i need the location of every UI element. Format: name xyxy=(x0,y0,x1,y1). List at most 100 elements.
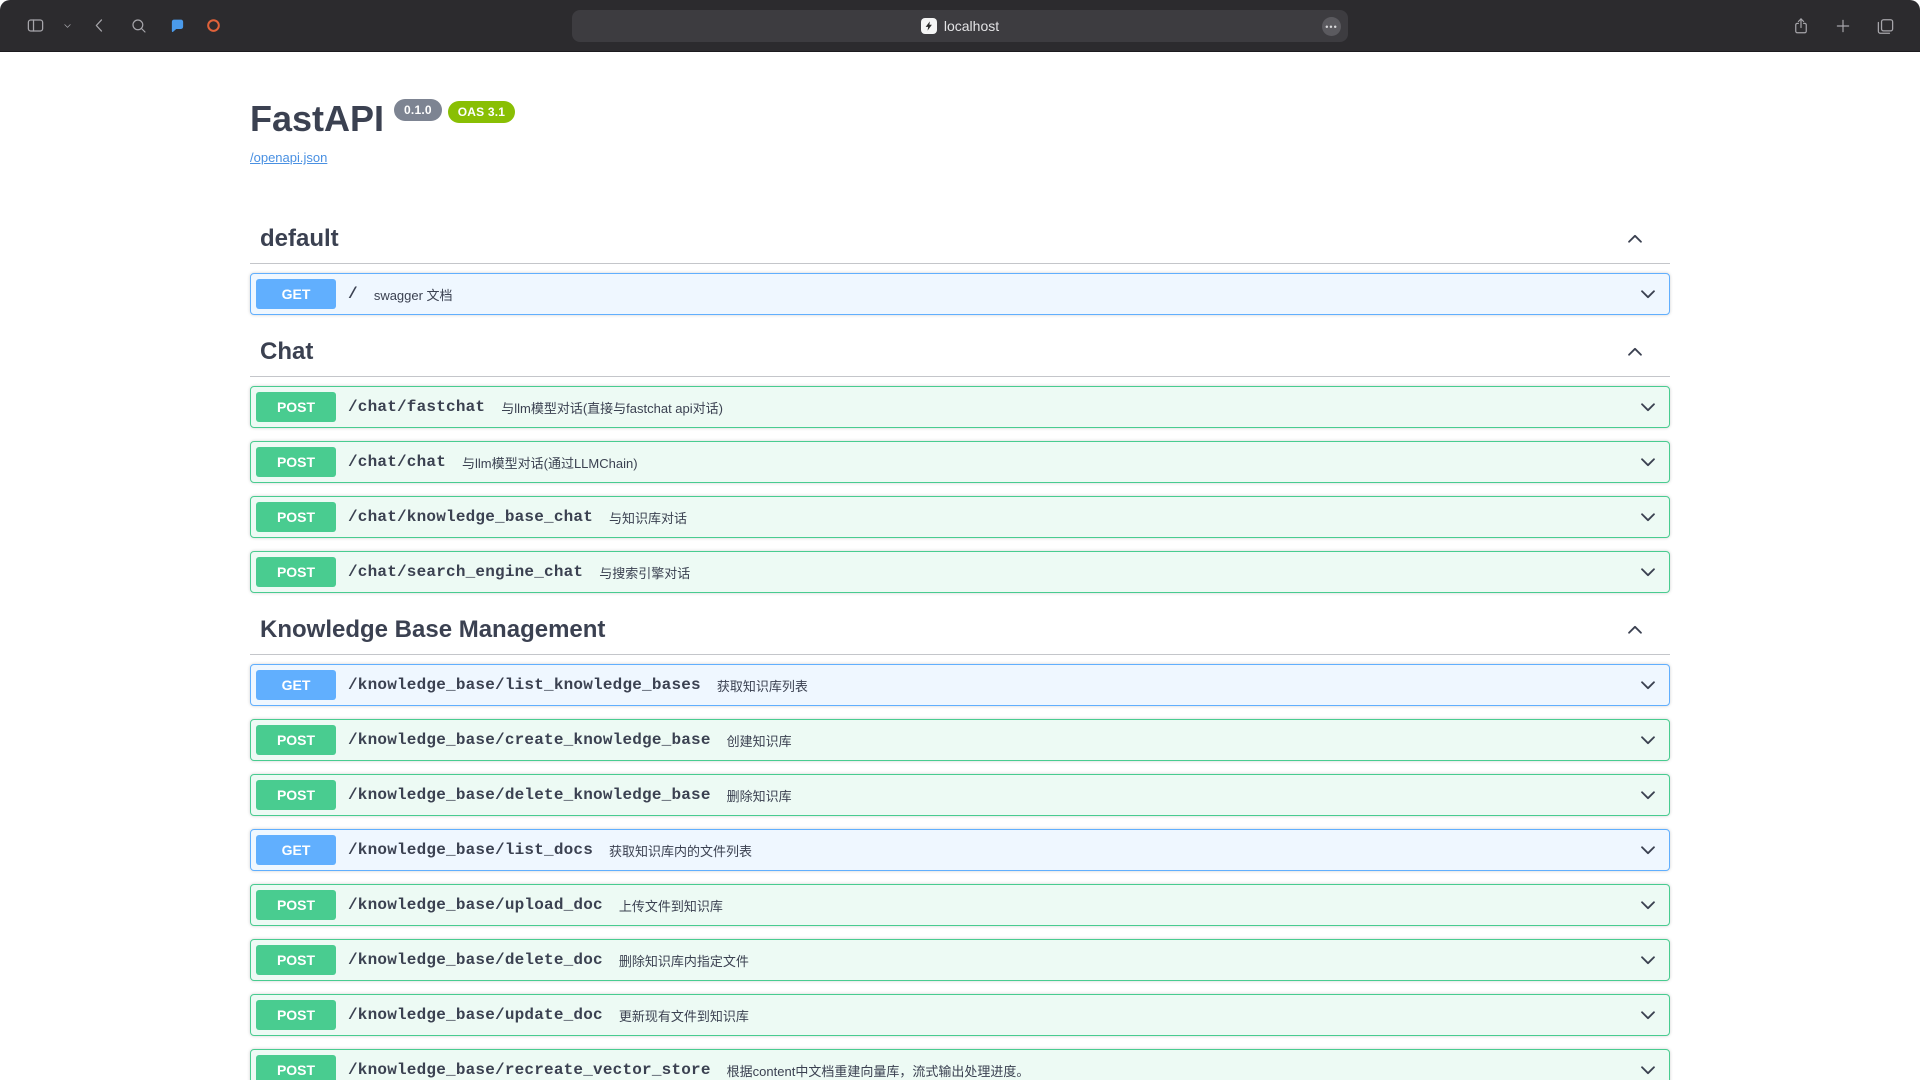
chevron-down-icon xyxy=(1637,396,1659,418)
expand-operation-button[interactable] xyxy=(1637,839,1659,861)
pinned-tab-orange[interactable] xyxy=(198,11,228,41)
operation-path: /knowledge_base/update_doc xyxy=(348,1006,603,1024)
operations-list: GET /knowledge_base/list_knowledge_bases… xyxy=(250,655,1670,1080)
operation-description: 与llm模型对话(通过LLMChain) xyxy=(462,453,638,472)
sidebar-toggle-button[interactable] xyxy=(18,9,52,43)
expand-operation-button[interactable] xyxy=(1637,396,1659,418)
api-info-block: FastAPI 0.1.0 OAS 3.1 /openapi.json xyxy=(250,52,1670,167)
chevron-down-icon xyxy=(1637,1059,1659,1080)
pinned-tab-blue[interactable] xyxy=(162,11,192,41)
operation-row[interactable]: POST /chat/chat 与llm模型对话(通过LLMChain) xyxy=(250,441,1670,483)
operation-row[interactable]: POST /knowledge_base/recreate_vector_sto… xyxy=(250,1049,1670,1080)
operation-row[interactable]: POST /chat/search_engine_chat 与搜索引擎对话 xyxy=(250,551,1670,593)
chevron-down-icon xyxy=(1637,674,1659,696)
http-method-badge: POST xyxy=(256,1000,336,1030)
section-header[interactable]: Chat xyxy=(250,328,1670,377)
api-section: default GET / swagger 文档 xyxy=(250,215,1670,315)
chevron-down-icon xyxy=(1637,283,1659,305)
expand-operation-button[interactable] xyxy=(1637,506,1659,528)
http-method-badge: GET xyxy=(256,835,336,865)
http-method-badge: POST xyxy=(256,780,336,810)
oas-badge: OAS 3.1 xyxy=(448,101,515,123)
http-method-badge: POST xyxy=(256,1055,336,1080)
operation-row[interactable]: POST /knowledge_base/upload_doc 上传文件到知识库 xyxy=(250,884,1670,926)
chevron-up-icon xyxy=(1624,228,1646,250)
operation-row[interactable]: POST /knowledge_base/update_doc 更新现有文件到知… xyxy=(250,994,1670,1036)
chevron-down-icon xyxy=(1637,784,1659,806)
chevron-down-icon xyxy=(1637,451,1659,473)
orange-app-icon xyxy=(206,18,221,33)
search-icon xyxy=(130,17,148,35)
collapse-section-button[interactable] xyxy=(1624,228,1646,250)
sidebar-menu-chevron-button[interactable] xyxy=(58,9,76,43)
expand-operation-button[interactable] xyxy=(1637,784,1659,806)
section-title: Chat xyxy=(260,338,313,366)
swagger-page: FastAPI 0.1.0 OAS 3.1 /openapi.json defa… xyxy=(0,52,1920,1080)
operation-row[interactable]: POST /knowledge_base/delete_knowledge_ba… xyxy=(250,774,1670,816)
search-button[interactable] xyxy=(122,9,156,43)
operation-row[interactable]: POST /chat/knowledge_base_chat 与知识库对话 xyxy=(250,496,1670,538)
back-button[interactable] xyxy=(82,9,116,43)
http-method-badge: POST xyxy=(256,502,336,532)
chevron-down-icon xyxy=(62,20,73,31)
share-button[interactable] xyxy=(1784,9,1818,43)
chevron-down-icon xyxy=(1637,506,1659,528)
api-section: Knowledge Base Management GET /knowledge… xyxy=(250,606,1670,1080)
collapse-section-button[interactable] xyxy=(1624,619,1646,641)
expand-operation-button[interactable] xyxy=(1637,949,1659,971)
chevron-up-icon xyxy=(1624,341,1646,363)
section-header[interactable]: default xyxy=(250,215,1670,264)
operations-list: GET / swagger 文档 xyxy=(250,264,1670,315)
section-header[interactable]: Knowledge Base Management xyxy=(250,606,1670,655)
operation-path: /knowledge_base/delete_knowledge_base xyxy=(348,786,711,804)
collapse-section-button[interactable] xyxy=(1624,341,1646,363)
operation-path: /knowledge_base/list_knowledge_bases xyxy=(348,676,701,694)
expand-operation-button[interactable] xyxy=(1637,894,1659,916)
tabs-icon xyxy=(1876,17,1895,36)
operation-description: 创建知识库 xyxy=(727,731,792,750)
operation-row[interactable]: GET / swagger 文档 xyxy=(250,273,1670,315)
http-method-badge: POST xyxy=(256,392,336,422)
new-tab-button[interactable] xyxy=(1826,9,1860,43)
blue-app-icon xyxy=(170,18,185,33)
operation-row[interactable]: GET /knowledge_base/list_docs 获取知识库内的文件列… xyxy=(250,829,1670,871)
expand-operation-button[interactable] xyxy=(1637,1004,1659,1026)
address-bar[interactable]: localhost ••• xyxy=(572,10,1348,42)
expand-operation-button[interactable] xyxy=(1637,283,1659,305)
chevron-down-icon xyxy=(1637,839,1659,861)
operation-path: /chat/knowledge_base_chat xyxy=(348,508,593,526)
operations-list: POST /chat/fastchat 与llm模型对话(直接与fastchat… xyxy=(250,377,1670,593)
operation-description: 获取知识库列表 xyxy=(717,676,808,695)
operation-row[interactable]: POST /chat/fastchat 与llm模型对话(直接与fastchat… xyxy=(250,386,1670,428)
expand-operation-button[interactable] xyxy=(1637,729,1659,751)
http-method-badge: POST xyxy=(256,447,336,477)
section-title: Knowledge Base Management xyxy=(260,616,605,644)
operation-row[interactable]: GET /knowledge_base/list_knowledge_bases… xyxy=(250,664,1670,706)
tab-overview-button[interactable] xyxy=(1868,9,1902,43)
operation-description: 获取知识库内的文件列表 xyxy=(609,841,752,860)
expand-operation-button[interactable] xyxy=(1637,1059,1659,1080)
expand-operation-button[interactable] xyxy=(1637,561,1659,583)
section-title: default xyxy=(260,225,339,253)
operation-row[interactable]: POST /knowledge_base/delete_doc 删除知识库内指定… xyxy=(250,939,1670,981)
operation-row[interactable]: POST /knowledge_base/create_knowledge_ba… xyxy=(250,719,1670,761)
expand-operation-button[interactable] xyxy=(1637,674,1659,696)
plus-icon xyxy=(1834,17,1852,35)
http-method-badge: GET xyxy=(256,279,336,309)
expand-operation-button[interactable] xyxy=(1637,451,1659,473)
operation-description: 根据content中文档重建向量库，流式输出处理进度。 xyxy=(727,1061,1030,1080)
operation-path: /knowledge_base/recreate_vector_store xyxy=(348,1061,711,1079)
page-options-button[interactable]: ••• xyxy=(1322,17,1341,36)
sidebar-icon xyxy=(26,16,45,35)
openapi-spec-link[interactable]: /openapi.json xyxy=(250,150,327,165)
operation-description: 与llm模型对话(直接与fastchat api对话) xyxy=(501,398,723,417)
api-title: FastAPI 0.1.0 OAS 3.1 xyxy=(250,98,1670,140)
chevron-down-icon xyxy=(1637,894,1659,916)
http-method-badge: GET xyxy=(256,670,336,700)
http-method-badge: POST xyxy=(256,890,336,920)
chevron-down-icon xyxy=(1637,1004,1659,1026)
operation-path: /chat/fastchat xyxy=(348,398,485,416)
operation-path: /knowledge_base/upload_doc xyxy=(348,896,603,914)
url-text: localhost xyxy=(944,18,999,34)
chevron-up-icon xyxy=(1624,619,1646,641)
